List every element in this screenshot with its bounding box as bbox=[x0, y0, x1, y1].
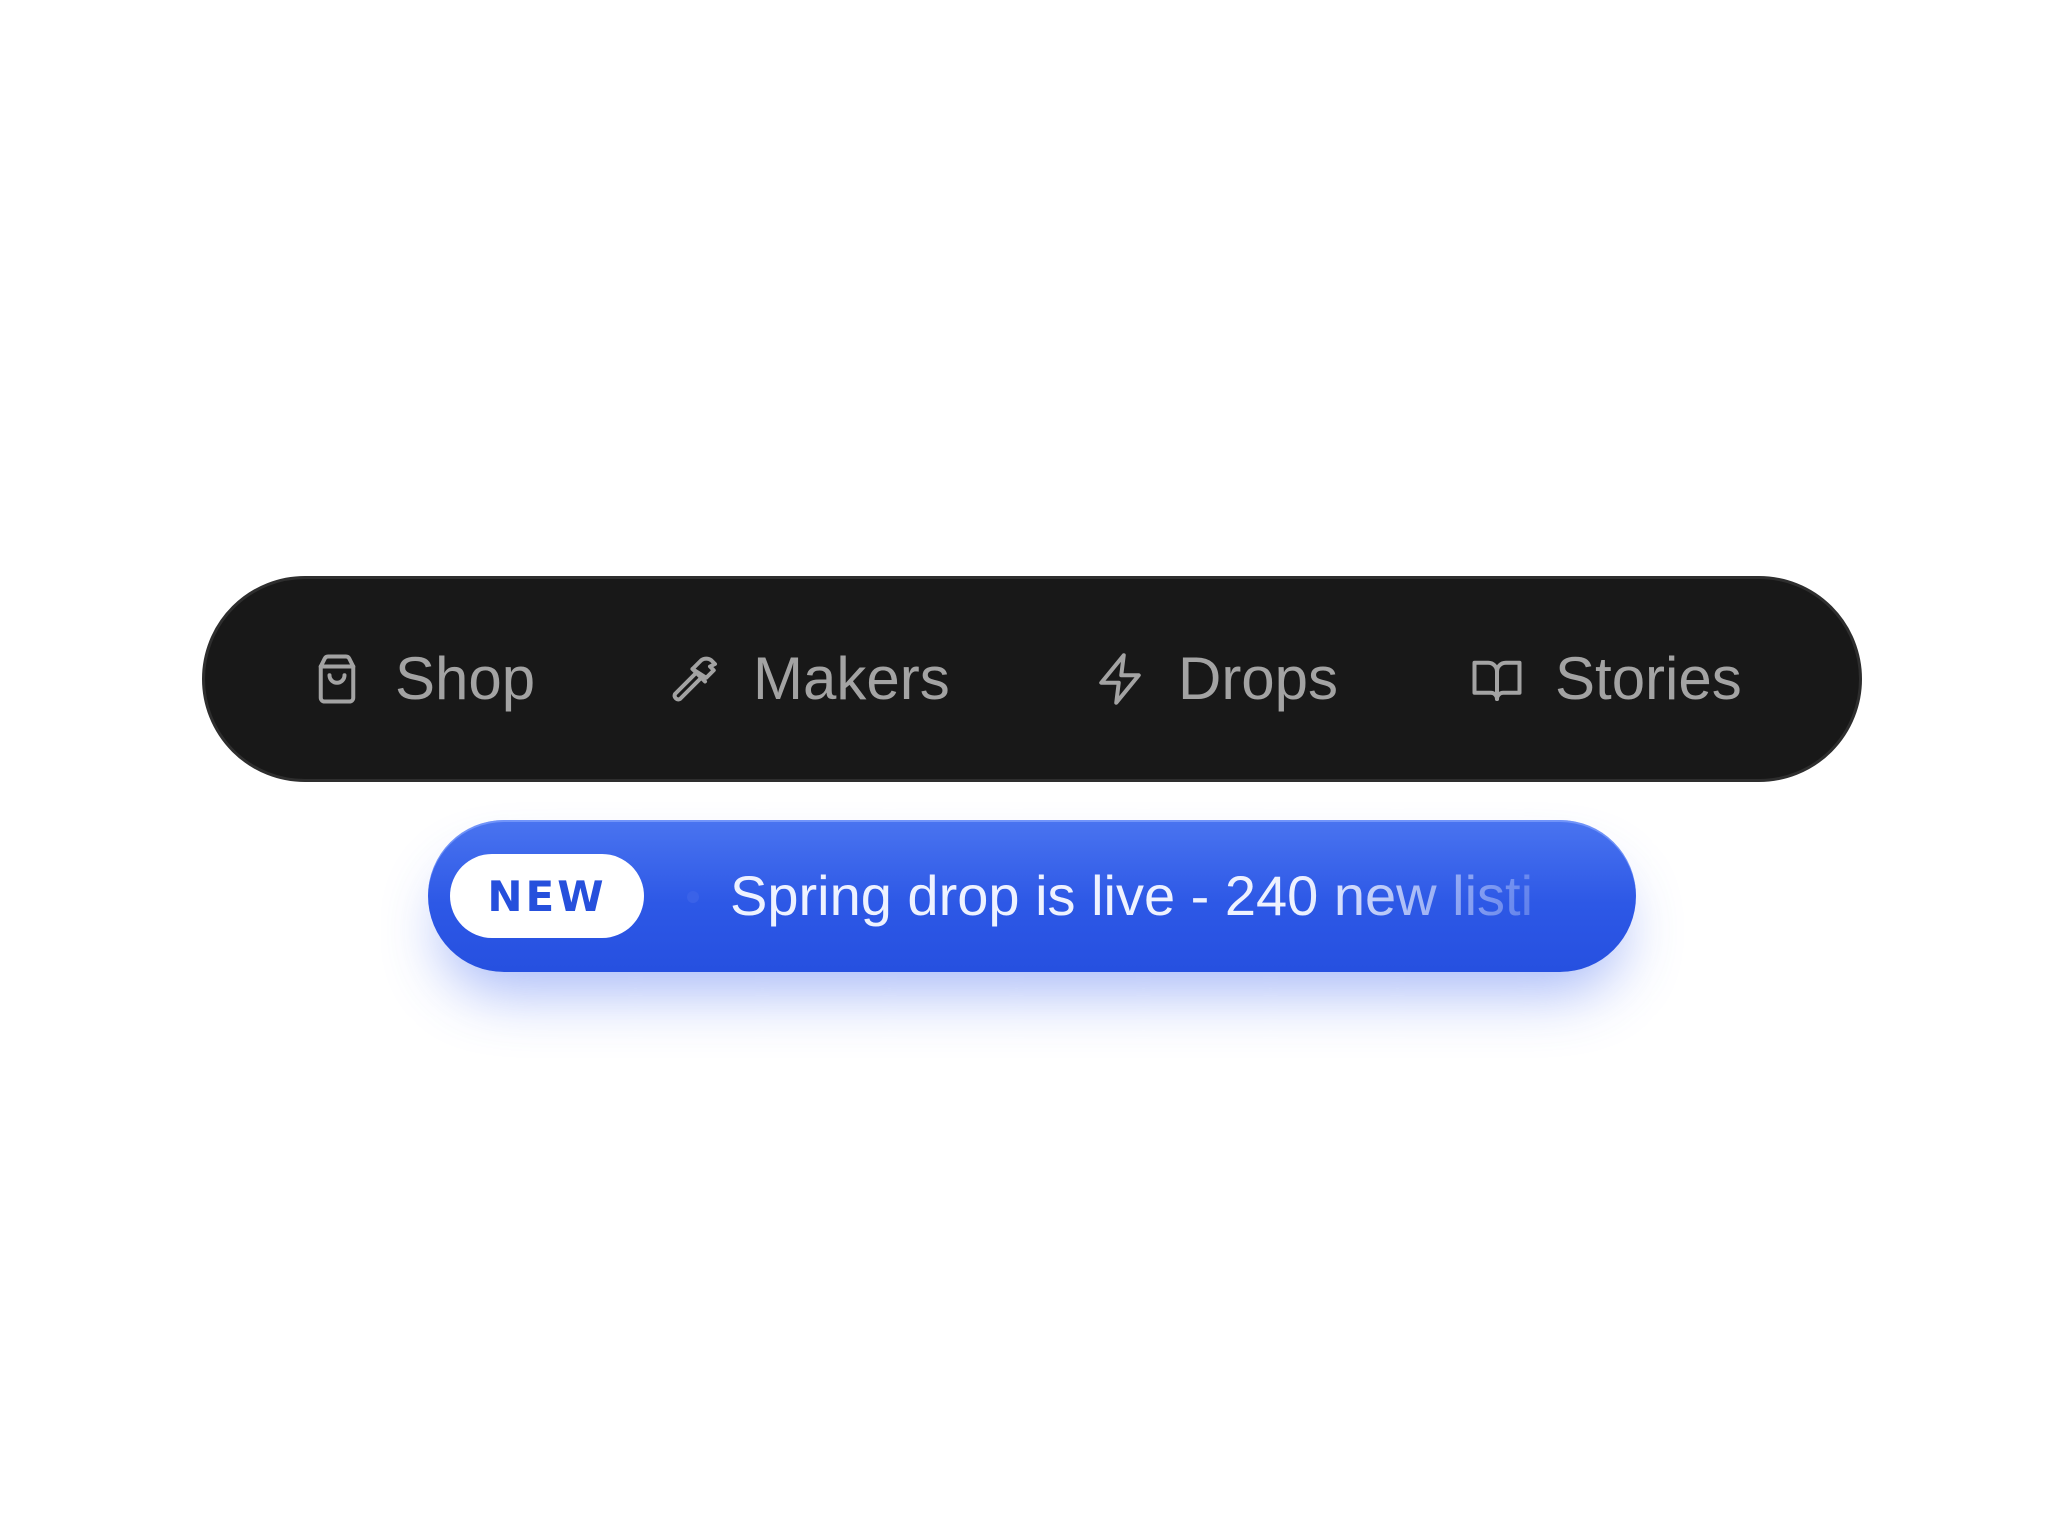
shopping-bag-icon bbox=[307, 649, 367, 709]
new-badge-label: NEW bbox=[487, 871, 607, 921]
nav-item-stories[interactable]: Stories bbox=[1467, 579, 1742, 779]
page: Shop Makers Drops Stories NEW Spring dro… bbox=[0, 0, 2048, 1536]
nav-item-shop[interactable]: Shop bbox=[307, 579, 535, 779]
nav-item-drops[interactable]: Drops bbox=[1090, 579, 1338, 779]
nav-item-label: Stories bbox=[1555, 645, 1742, 712]
hammer-icon bbox=[665, 649, 725, 709]
nav-item-makers[interactable]: Makers bbox=[665, 579, 950, 779]
nav-item-label: Shop bbox=[395, 645, 536, 712]
announcement-message-container: Spring drop is live - 240 new listi bbox=[730, 820, 1570, 972]
announcement-message: Spring drop is live - 240 new listi bbox=[730, 864, 1534, 927]
separator-dot bbox=[687, 891, 699, 903]
new-badge: NEW bbox=[450, 854, 644, 938]
lightning-bolt-icon bbox=[1090, 649, 1150, 709]
nav-item-label: Drops bbox=[1178, 645, 1339, 712]
main-navigation-bar: Shop Makers Drops Stories bbox=[202, 576, 1862, 782]
announcement-banner[interactable]: NEW Spring drop is live - 240 new listi bbox=[428, 820, 1636, 972]
nav-item-label: Makers bbox=[753, 645, 950, 712]
open-book-icon bbox=[1467, 649, 1527, 709]
